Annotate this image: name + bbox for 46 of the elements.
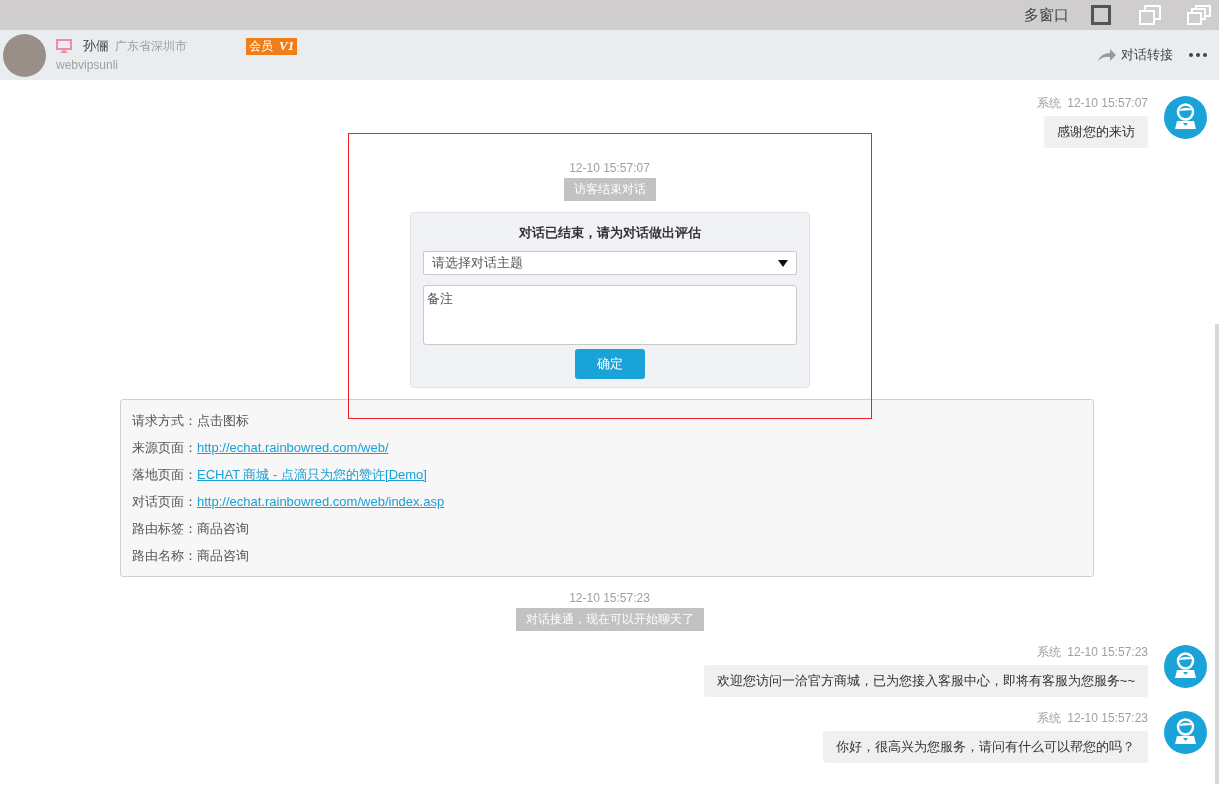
evaluation-title: 对话已结束，请为对话做出评估 bbox=[518, 224, 701, 242]
visitor-location: 广东省深圳市 bbox=[115, 38, 187, 55]
info-label: 路由标签： bbox=[132, 519, 197, 538]
message-time: 12-10 15:57:07 bbox=[1067, 95, 1148, 112]
note-field[interactable]: 备注 bbox=[422, 285, 797, 345]
sender-name: 系统 bbox=[1037, 710, 1062, 727]
agent-avatar-icon bbox=[1164, 711, 1207, 754]
event-time: 12-10 15:57:07 bbox=[569, 160, 650, 177]
message-bubble: 你好，很高兴为您服务，请问有什么可以帮您的吗？ bbox=[823, 731, 1148, 763]
visitor-account: webvipsunli bbox=[56, 57, 120, 74]
confirm-button[interactable]: 确定 bbox=[574, 349, 645, 379]
scrollbar[interactable] bbox=[1215, 324, 1219, 784]
dropdown-caret-icon bbox=[777, 259, 788, 267]
agent-avatar-icon bbox=[1164, 645, 1207, 688]
sender-name: 系统 bbox=[1037, 95, 1062, 112]
message-bubble: 欢迎您访问一洽官方商城，已为您接入客服中心，即将有客服为您服务~~ bbox=[703, 665, 1148, 697]
info-value: 点击图标 bbox=[197, 411, 249, 430]
message-time: 12-10 15:57:23 bbox=[1067, 644, 1148, 661]
info-label: 路由名称： bbox=[132, 546, 197, 565]
topic-select[interactable]: 请选择对话主题 bbox=[422, 251, 797, 275]
event-time: 12-10 15:57:23 bbox=[569, 590, 650, 607]
restore-window-icon[interactable] bbox=[1139, 5, 1161, 25]
share-arrow-icon bbox=[1098, 49, 1116, 61]
transfer-button[interactable]: 对话转接 bbox=[1098, 45, 1173, 65]
member-badge: 会员 V1 bbox=[246, 37, 298, 55]
info-link[interactable]: ECHAT 商城 - 点滴只为您的赞许[Demo] bbox=[197, 464, 427, 485]
visitor-avatar bbox=[3, 33, 46, 77]
cascade-windows-icon[interactable] bbox=[1187, 5, 1211, 25]
event-notice: 访客结束对话 bbox=[563, 178, 656, 201]
visitor-name: 孙俪 bbox=[83, 37, 109, 56]
maximize-icon[interactable] bbox=[1091, 5, 1111, 25]
more-icon[interactable] bbox=[1189, 53, 1207, 57]
info-label: 来源页面： bbox=[132, 438, 197, 457]
message-bubble: 感谢您的来访 bbox=[1044, 116, 1148, 148]
sender-name: 系统 bbox=[1037, 644, 1062, 661]
info-link[interactable]: http://echat.rainbowred.com/web/index.asp bbox=[197, 491, 445, 512]
info-link[interactable]: http://echat.rainbowred.com/web/ bbox=[197, 437, 389, 458]
info-value: 商品咨询 bbox=[197, 519, 249, 538]
window-title: 多窗口 bbox=[1024, 4, 1069, 25]
info-label: 请求方式： bbox=[132, 411, 197, 430]
info-label: 落地页面： bbox=[132, 465, 197, 484]
info-label: 对话页面： bbox=[132, 492, 197, 511]
message-time: 12-10 15:57:23 bbox=[1067, 710, 1148, 727]
info-value: 商品咨询 bbox=[197, 546, 249, 565]
agent-avatar-icon bbox=[1164, 96, 1207, 139]
desktop-icon bbox=[56, 39, 72, 53]
